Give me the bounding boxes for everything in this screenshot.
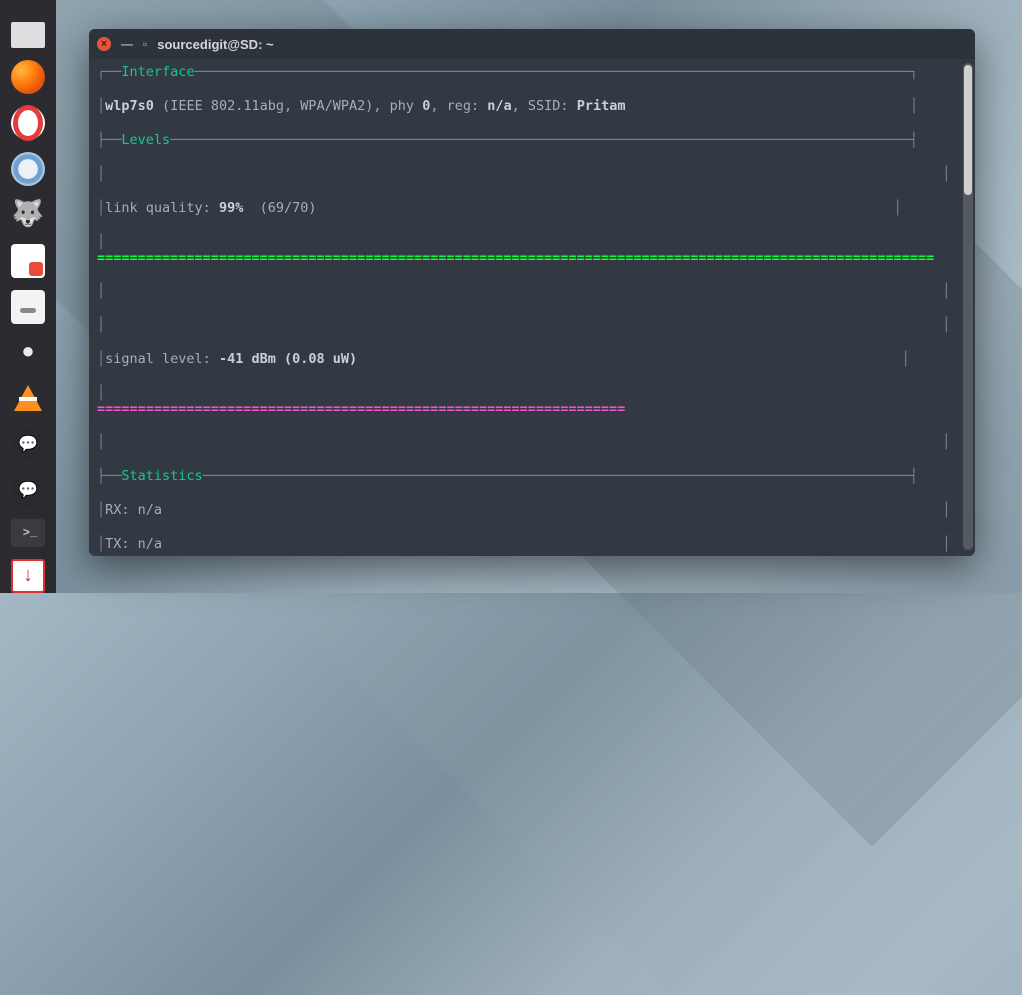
chat-app-icon-2[interactable]: 💬	[11, 473, 45, 507]
terminal-icon[interactable]: >_	[11, 519, 45, 547]
minimize-icon[interactable]: —	[121, 37, 133, 51]
rx-value: n/a	[138, 502, 162, 518]
signal-level: -41 dBm (0.08 uW)	[219, 351, 357, 367]
section-statistics: Statistics	[121, 468, 202, 484]
vlc-icon[interactable]	[11, 381, 45, 415]
terminal-content[interactable]: ┌──Interface────────────────────────────…	[89, 59, 975, 556]
signal-bar: ========================================…	[97, 402, 967, 417]
scrollbar-thumb[interactable]	[964, 65, 972, 195]
dock: 🐺 ● 💬 💬 >_ ↓	[0, 0, 56, 593]
opera-icon[interactable]	[11, 106, 45, 140]
titlebar[interactable]: — ▫ sourcedigit@SD: ~	[89, 29, 975, 59]
chat-app-icon[interactable]: 💬	[11, 427, 45, 461]
scrollbar[interactable]	[963, 63, 973, 550]
note-app-icon[interactable]	[11, 244, 45, 278]
settings-app-icon[interactable]	[11, 290, 45, 324]
terminal-window: — ▫ sourcedigit@SD: ~ ┌──Interface──────…	[89, 29, 975, 556]
quality-bar: ========================================…	[97, 251, 967, 266]
window-title: sourcedigit@SD: ~	[157, 37, 273, 52]
download-app-icon[interactable]: ↓	[11, 559, 45, 593]
iface-name: wlp7s0	[105, 98, 154, 114]
firefox-icon[interactable]	[11, 60, 45, 94]
maximize-icon[interactable]: ▫	[143, 37, 147, 51]
section-interface: Interface	[121, 64, 194, 80]
files-icon[interactable]	[11, 22, 45, 48]
dot-app-icon[interactable]: ●	[11, 336, 45, 370]
cat-app-icon[interactable]: 🐺	[11, 198, 45, 232]
section-levels: Levels	[121, 132, 170, 148]
link-quality: 99%	[219, 200, 243, 216]
chromium-icon[interactable]	[11, 152, 45, 186]
tx-value: n/a	[138, 536, 162, 552]
close-icon[interactable]	[97, 37, 111, 51]
